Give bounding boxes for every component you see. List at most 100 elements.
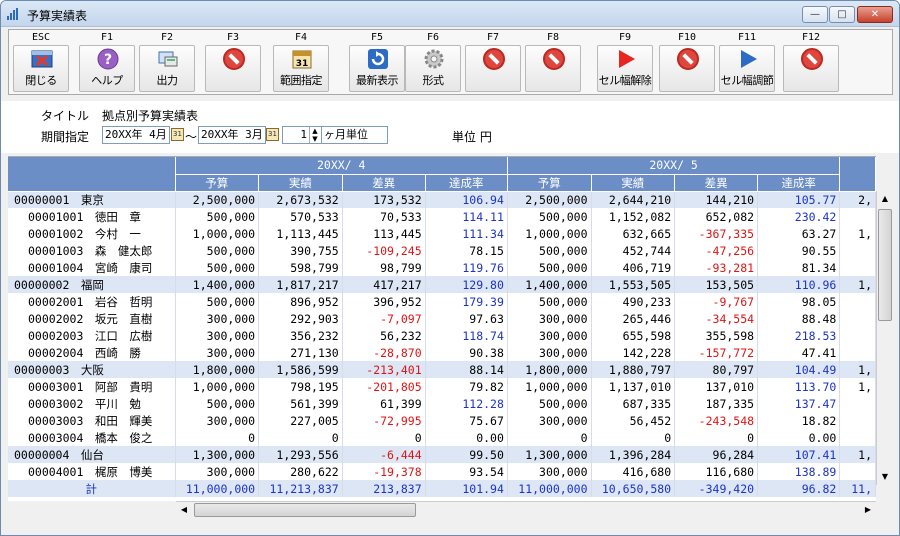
cell[interactable]: 1,400,000 <box>175 276 260 293</box>
cell[interactable]: 632,665 <box>591 225 676 242</box>
cell[interactable]: 110.96 <box>757 276 841 293</box>
total-cell[interactable]: 11,213,837 <box>258 480 343 497</box>
toolbar-button[interactable]: ? ヘルプ <box>79 45 135 92</box>
cell[interactable]: 500,000 <box>175 395 260 412</box>
total-row[interactable]: 計 11,000,000 11,213,837 213,837 101.94 11,000… <box>8 480 876 497</box>
toolbar-button-disabled[interactable] <box>525 45 581 92</box>
total-cell[interactable]: 10,650,580 <box>591 480 676 497</box>
cell-overflow[interactable] <box>839 327 876 344</box>
cell[interactable]: 500,000 <box>175 259 260 276</box>
cell[interactable]: 70,533 <box>342 208 426 225</box>
cell[interactable]: 78.15 <box>425 242 508 259</box>
cell[interactable]: -28,870 <box>342 344 426 361</box>
cell[interactable]: 500,000 <box>507 395 592 412</box>
cell[interactable]: 88.48 <box>757 310 841 327</box>
cell[interactable]: 300,000 <box>507 310 592 327</box>
col-header-budget[interactable]: 予算 <box>175 174 260 192</box>
cell[interactable]: 61,399 <box>342 395 426 412</box>
table-row[interactable]: 00003003 和田 輝美 300,000 227,005 -72,995 75.67… <box>8 412 876 429</box>
cell-overflow[interactable] <box>839 395 876 412</box>
cell[interactable]: 105.77 <box>757 191 841 208</box>
cell[interactable]: 1,113,445 <box>258 225 343 242</box>
cell[interactable]: 896,952 <box>258 293 343 310</box>
group-row[interactable]: 00000002 福岡 1,400,000 1,817,217 417,217 129.… <box>8 276 876 293</box>
cell-overflow[interactable] <box>839 463 876 480</box>
cell[interactable]: 113.70 <box>757 378 841 395</box>
group-row[interactable]: 00000003 大阪 1,800,000 1,586,599 -213,401 88.… <box>8 361 876 378</box>
cell-overflow[interactable] <box>839 259 876 276</box>
cell-overflow[interactable] <box>839 310 876 327</box>
cell-overflow[interactable] <box>839 344 876 361</box>
cell[interactable]: 0 <box>591 429 676 446</box>
period-to-input[interactable]: 20XX年 3月 <box>198 126 266 144</box>
cell[interactable]: 153,505 <box>674 276 759 293</box>
cell[interactable]: 138.89 <box>757 463 841 480</box>
spinner-icon[interactable]: ▲ ▼ <box>309 127 320 143</box>
cell[interactable]: 416,680 <box>591 463 676 480</box>
table-row[interactable]: 00001003 森 健太郎 500,000 390,755 -109,245 78.1… <box>8 242 876 259</box>
cell[interactable]: 88.14 <box>425 361 508 378</box>
cell[interactable]: 356,232 <box>258 327 343 344</box>
col-header-variance[interactable]: 差異 <box>342 174 426 192</box>
total-cell[interactable]: 11,000,000 <box>507 480 592 497</box>
period-from-input[interactable]: 20XX年 4月 <box>102 126 170 144</box>
col-header-variance[interactable]: 差異 <box>674 174 759 192</box>
cell-overflow[interactable] <box>839 429 876 446</box>
cell[interactable]: 1,880,797 <box>591 361 676 378</box>
cell[interactable]: 1,000,000 <box>507 225 592 242</box>
cell[interactable]: 280,622 <box>258 463 343 480</box>
total-cell[interactable]: -349,420 <box>674 480 759 497</box>
cell[interactable]: 500,000 <box>175 293 260 310</box>
cell[interactable]: -243,548 <box>674 412 759 429</box>
cell[interactable]: 96,284 <box>674 446 759 463</box>
cell[interactable]: 98,799 <box>342 259 426 276</box>
table-row[interactable]: 00001002 今村 一 1,000,000 1,113,445 113,445 11… <box>8 225 876 242</box>
total-cell[interactable]: 101.94 <box>425 480 508 497</box>
toolbar-button[interactable]: 31 範囲指定 <box>273 45 329 92</box>
cell[interactable]: 300,000 <box>507 463 592 480</box>
cell[interactable]: 18.82 <box>757 412 841 429</box>
cell[interactable]: 1,400,000 <box>507 276 592 293</box>
cell[interactable]: 179.39 <box>425 293 508 310</box>
cell[interactable]: 1,800,000 <box>175 361 260 378</box>
col-header-rate[interactable]: 達成率 <box>425 174 508 192</box>
table-row[interactable]: 00001001 徳田 章 500,000 570,533 70,533 114.11 5… <box>8 208 876 225</box>
total-cell[interactable]: 213,837 <box>342 480 426 497</box>
cell[interactable]: 144,210 <box>674 191 759 208</box>
cell[interactable]: 1,293,556 <box>258 446 343 463</box>
cell[interactable]: 107.41 <box>757 446 841 463</box>
minimize-button[interactable]: — <box>802 6 828 23</box>
cell[interactable]: 81.34 <box>757 259 841 276</box>
scroll-left-icon[interactable]: ◀ <box>176 502 192 518</box>
cell[interactable]: 114.11 <box>425 208 508 225</box>
cell[interactable]: 490,233 <box>591 293 676 310</box>
cell[interactable]: 97.63 <box>425 310 508 327</box>
cell[interactable]: 500,000 <box>507 208 592 225</box>
cell[interactable]: 137,010 <box>674 378 759 395</box>
cell[interactable]: 104.49 <box>757 361 841 378</box>
cell[interactable]: 300,000 <box>175 412 260 429</box>
cell[interactable]: 292,903 <box>258 310 343 327</box>
cell[interactable]: 396,952 <box>342 293 426 310</box>
cell[interactable]: 187,335 <box>674 395 759 412</box>
total-cell[interactable]: 11,000,000 <box>175 480 260 497</box>
cell[interactable]: -9,767 <box>674 293 759 310</box>
cell[interactable]: -93,281 <box>674 259 759 276</box>
table-row[interactable]: 00003001 阿部 貴明 1,000,000 798,195 -201,805 79… <box>8 378 876 395</box>
cell[interactable]: 300,000 <box>507 412 592 429</box>
cell[interactable]: 47.41 <box>757 344 841 361</box>
cell[interactable]: -7,097 <box>342 310 426 327</box>
cell[interactable]: 300,000 <box>175 344 260 361</box>
cell-overflow[interactable] <box>839 293 876 310</box>
col-header-actual[interactable]: 実績 <box>258 174 343 192</box>
cell[interactable]: -109,245 <box>342 242 426 259</box>
cell[interactable]: 2,673,532 <box>258 191 343 208</box>
cell[interactable]: 300,000 <box>507 327 592 344</box>
cell[interactable]: -47,256 <box>674 242 759 259</box>
cell[interactable]: 56,452 <box>591 412 676 429</box>
cell-overflow[interactable] <box>839 208 876 225</box>
cell[interactable]: 500,000 <box>507 259 592 276</box>
scroll-right-icon[interactable]: ▶ <box>860 502 876 518</box>
cell[interactable]: 1,137,010 <box>591 378 676 395</box>
cell[interactable]: 230.42 <box>757 208 841 225</box>
